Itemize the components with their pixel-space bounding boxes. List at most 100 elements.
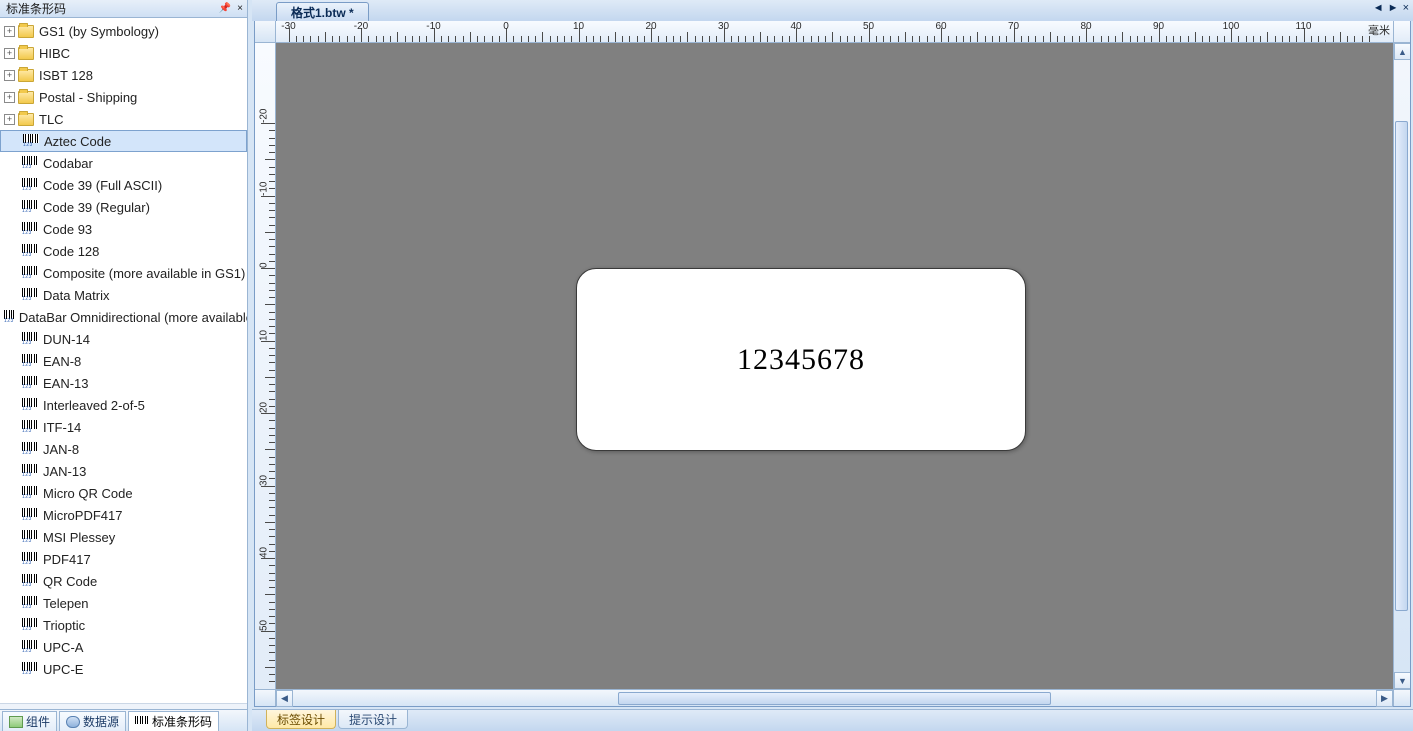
tree-barcode-item[interactable]: 123Trioptic bbox=[0, 614, 247, 636]
tree-barcode-item[interactable]: 123Code 39 (Full ASCII) bbox=[0, 174, 247, 196]
document-tab[interactable]: 格式1.btw * bbox=[276, 2, 369, 21]
barcode-icon: 123 bbox=[22, 420, 38, 434]
expand-icon[interactable]: + bbox=[4, 114, 15, 125]
v-scrollbar-thumb[interactable] bbox=[1395, 121, 1408, 611]
horizontal-scrollbar[interactable]: ◀ ▶ bbox=[276, 689, 1393, 706]
tree-barcode-item[interactable]: 123Micro QR Code bbox=[0, 482, 247, 504]
v-ruler-label: 20 bbox=[259, 402, 270, 413]
barcode-icon: 123 bbox=[22, 508, 38, 522]
scroll-left-icon[interactable]: ◀ bbox=[276, 690, 293, 707]
barcode-icon: 123 bbox=[22, 332, 38, 346]
tree-barcode-item[interactable]: 123 DataBar Omnidirectional (more availab… bbox=[0, 306, 247, 328]
horizontal-ruler[interactable]: 毫米 -30-20-100102030405060708090100110 bbox=[276, 21, 1393, 43]
tree-barcode-label: JAN-13 bbox=[43, 464, 86, 479]
pin-icon[interactable]: 📌 bbox=[219, 3, 231, 14]
sidebar-tab-components[interactable]: 组件 bbox=[2, 711, 57, 731]
tree-folder[interactable]: + TLC bbox=[0, 108, 247, 130]
folder-icon bbox=[18, 69, 34, 82]
datasource-icon bbox=[66, 716, 80, 728]
sidebar-bottom-tabs: 组件数据源12标准条形码 bbox=[0, 709, 247, 731]
label-object[interactable]: 12345678 bbox=[576, 268, 1026, 451]
tree-barcode-item[interactable]: 123Code 93 bbox=[0, 218, 247, 240]
tree-folder[interactable]: +HIBC bbox=[0, 42, 247, 64]
tree-barcode-item[interactable]: 123UPC-A bbox=[0, 636, 247, 658]
tab-next-icon[interactable]: ► bbox=[1388, 2, 1399, 14]
expand-icon[interactable]: + bbox=[4, 48, 15, 59]
tree-barcode-item[interactable]: 123PDF417 bbox=[0, 548, 247, 570]
tree-barcode-label: Code 128 bbox=[43, 244, 99, 259]
h-ruler-label: 50 bbox=[863, 21, 874, 32]
tree-barcode-label: DataBar Omnidirectional (more available … bbox=[19, 310, 247, 325]
v-ruler-label: -10 bbox=[259, 181, 270, 195]
tree-barcode-item[interactable]: 123ITF-14 bbox=[0, 416, 247, 438]
ruler-corner-right bbox=[1393, 21, 1410, 43]
tree-barcode-item[interactable]: 123MicroPDF417 bbox=[0, 504, 247, 526]
scroll-up-icon[interactable]: ▲ bbox=[1394, 43, 1410, 60]
tree-barcode-item[interactable]: 123UPC-E bbox=[0, 658, 247, 680]
tree-barcode-item[interactable]: 123Data Matrix bbox=[0, 284, 247, 306]
h-scrollbar-thumb[interactable] bbox=[618, 692, 1051, 705]
design-tab[interactable]: 标签设计 bbox=[266, 710, 336, 729]
tab-prev-icon[interactable]: ◄ bbox=[1373, 2, 1384, 14]
canvas-viewport[interactable]: 12345678 bbox=[276, 43, 1393, 689]
barcode-icon: 123 bbox=[22, 200, 38, 214]
expand-icon[interactable]: + bbox=[4, 26, 15, 37]
tree-folder[interactable]: +Postal - Shipping bbox=[0, 86, 247, 108]
scroll-right-icon[interactable]: ▶ bbox=[1376, 690, 1393, 707]
tree-barcode-item[interactable]: 123Code 39 (Regular) bbox=[0, 196, 247, 218]
h-ruler-label: 10 bbox=[573, 21, 584, 32]
tree-barcode-item[interactable]: 123Composite (more available in GS1) bbox=[0, 262, 247, 284]
main-area: 格式1.btw * ◄ ► × 毫米 -30-20-10010203040506… bbox=[252, 0, 1413, 731]
tree-barcode-item[interactable]: 123Code 128 bbox=[0, 240, 247, 262]
tree-barcode-label: QR Code bbox=[43, 574, 97, 589]
design-tab[interactable]: 提示设计 bbox=[338, 710, 408, 729]
barcode-icon: 123 bbox=[22, 574, 38, 588]
scroll-down-icon[interactable]: ▼ bbox=[1394, 672, 1410, 689]
design-canvas[interactable]: 12345678 bbox=[276, 43, 1393, 689]
v-ruler-label: 50 bbox=[259, 619, 270, 630]
tree-barcode-item[interactable]: 123EAN-13 bbox=[0, 372, 247, 394]
h-ruler-label: 0 bbox=[503, 21, 509, 32]
barcode-icon: 123 bbox=[22, 596, 38, 610]
vertical-ruler[interactable]: -20-1001020304050 bbox=[255, 43, 276, 689]
folder-icon bbox=[18, 113, 34, 126]
barcode-tree[interactable]: + GS1 (by Symbology) +HIBC+ISBT 128+Postal… bbox=[0, 18, 247, 703]
tree-barcode-item[interactable]: 123 JAN-13 bbox=[0, 460, 247, 482]
tree-barcode-label: Micro QR Code bbox=[43, 486, 133, 501]
close-icon[interactable]: × bbox=[237, 3, 243, 14]
folder-icon bbox=[18, 47, 34, 60]
tree-folder[interactable]: +ISBT 128 bbox=[0, 64, 247, 86]
barcode-icon: 123 bbox=[22, 288, 38, 302]
barcode-icon: 123 bbox=[4, 310, 14, 324]
sidebar-tab-barcode[interactable]: 12标准条形码 bbox=[128, 711, 219, 731]
tree-barcode-item[interactable]: 123JAN-8 bbox=[0, 438, 247, 460]
document-tab-bar: 格式1.btw * ◄ ► × bbox=[252, 0, 1413, 21]
tab-close-icon[interactable]: × bbox=[1403, 2, 1409, 14]
h-ruler-label: 80 bbox=[1080, 21, 1091, 32]
tree-barcode-item[interactable]: 123Telepen bbox=[0, 592, 247, 614]
expand-icon[interactable]: + bbox=[4, 92, 15, 103]
tree-folder[interactable]: + GS1 (by Symbology) bbox=[0, 20, 247, 42]
sidebar-tab-label: 组件 bbox=[26, 713, 50, 730]
label-text-object[interactable]: 12345678 bbox=[737, 343, 865, 377]
app-root: 标准条形码 📌 × +GS1 (by Symbology)+HIBC+ISBT … bbox=[0, 0, 1413, 731]
tree-barcode-item[interactable]: 123EAN-8 bbox=[0, 350, 247, 372]
tree-folder-label: TLC bbox=[39, 112, 64, 127]
barcode-icon: 123 bbox=[22, 222, 38, 236]
tree-folder-label: GS1 (by Symbology) bbox=[39, 24, 159, 39]
tree-barcode-item[interactable]: 123Aztec Code bbox=[0, 130, 247, 152]
tree-barcode-item[interactable]: 123Interleaved 2-of-5 bbox=[0, 394, 247, 416]
barcode-icon: 123 bbox=[22, 464, 38, 478]
scroll-corner-right bbox=[1393, 689, 1410, 706]
barcode-icon: 123 bbox=[22, 662, 38, 676]
tree-barcode-item[interactable]: 123DUN-14 bbox=[0, 328, 247, 350]
tree-barcode-item[interactable]: 123MSI Plessey bbox=[0, 526, 247, 548]
vertical-scrollbar[interactable]: ▲ ▼ bbox=[1393, 43, 1410, 689]
sidebar-tab-datasource[interactable]: 数据源 bbox=[59, 711, 126, 731]
tree-barcode-label: Trioptic bbox=[43, 618, 85, 633]
tree-barcode-item[interactable]: 123Codabar bbox=[0, 152, 247, 174]
tree-barcode-label: EAN-13 bbox=[43, 376, 89, 391]
expand-icon[interactable]: + bbox=[4, 70, 15, 81]
barcode-icon: 12 bbox=[135, 716, 149, 728]
tree-barcode-item[interactable]: 123 QR Code bbox=[0, 570, 247, 592]
